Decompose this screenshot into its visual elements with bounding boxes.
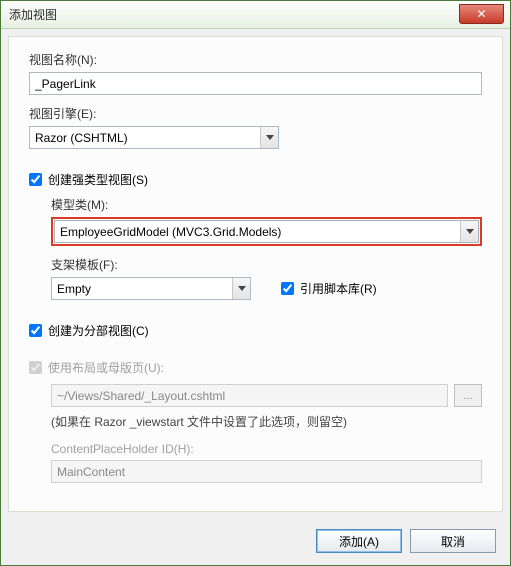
view-name-input[interactable] [29,72,482,95]
view-engine-label: 视图引擎(E): [29,105,482,122]
strongly-typed-checkbox[interactable] [29,173,42,186]
model-class-highlight [51,217,482,246]
partial-view-row: 创建为分部视图(C) [29,322,482,339]
use-layout-label: 使用布局或母版页(U): [48,359,164,376]
strongly-typed-label: 创建强类型视图(S) [48,171,148,188]
reference-scripts-label: 引用脚本库(R) [300,280,377,297]
partial-view-label: 创建为分部视图(C) [48,322,149,339]
add-button[interactable]: 添加(A) [316,529,402,553]
partial-view-checkbox[interactable] [29,324,42,337]
use-layout-checkbox [29,361,42,374]
layout-hint: (如果在 Razor _viewstart 文件中设置了此选项，则留空) [51,413,482,430]
strongly-typed-row: 创建强类型视图(S) [29,171,482,188]
titlebar: 添加视图 ✕ [1,1,510,29]
close-button[interactable]: ✕ [459,4,504,24]
dialog-title: 添加视图 [9,6,57,23]
placeholder-id-label: ContentPlaceHolder ID(H): [51,442,482,456]
model-class-select[interactable] [54,220,479,243]
layout-path-input [51,384,448,407]
dialog-body: 视图名称(N): 视图引擎(E): 创建强类型视图(S) 模型类(M): [8,36,503,512]
model-class-label: 模型类(M): [51,196,482,213]
use-layout-row: 使用布局或母版页(U): [29,359,482,376]
view-engine-select[interactable] [29,126,279,149]
cancel-button[interactable]: 取消 [410,529,496,553]
close-icon: ✕ [476,7,486,21]
scaffold-template-select[interactable] [51,277,251,300]
dialog-buttons: 添加(A) 取消 [1,519,510,565]
placeholder-id-input [51,460,482,483]
scaffold-template-label: 支架模板(F): [51,256,482,273]
browse-button: ... [454,384,482,407]
reference-scripts-checkbox[interactable] [281,282,294,295]
view-name-label: 视图名称(N): [29,51,482,68]
add-view-dialog: 添加视图 ✕ 视图名称(N): 视图引擎(E): 创建强类型视图(S) 模型类(… [0,0,511,566]
